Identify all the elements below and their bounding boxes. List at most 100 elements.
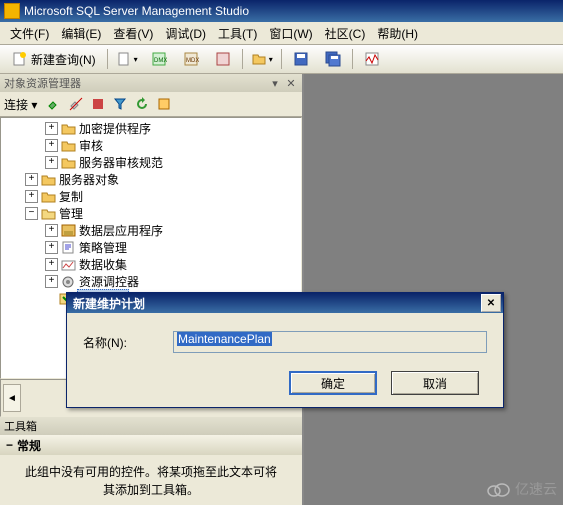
folder-icon	[61, 122, 76, 135]
name-label: 名称(N):	[83, 334, 173, 351]
new-query-button[interactable]: 新建查询(N)	[5, 47, 103, 71]
node-label: 审核	[79, 137, 103, 154]
menu-edit[interactable]: 编辑(E)	[55, 23, 107, 44]
expander-icon[interactable]: +	[25, 190, 38, 203]
tree-node[interactable]: − 管理	[1, 205, 301, 222]
dropdown-icon: ▾	[134, 55, 138, 64]
titlebar: Microsoft SQL Server Management Studio	[0, 0, 563, 22]
node-label: 数据收集	[79, 256, 127, 273]
toolbox-group-header[interactable]: − 常规	[0, 435, 302, 455]
report-icon	[157, 97, 171, 111]
save-icon	[293, 51, 309, 67]
node-label: 服务器对象	[59, 171, 119, 188]
tree-node[interactable]: + 服务器对象	[1, 171, 301, 188]
governor-icon	[61, 275, 76, 288]
tree-node[interactable]: + 复制	[1, 188, 301, 205]
expander-icon[interactable]: +	[45, 122, 58, 135]
connect-label[interactable]: 连接 ▾	[4, 96, 37, 113]
tree-node[interactable]: + 策略管理	[1, 239, 301, 256]
expander-icon[interactable]: −	[25, 207, 38, 220]
doc-icon	[116, 51, 132, 67]
expander-icon[interactable]: +	[45, 241, 58, 254]
object-explorer-header: 对象资源管理器 ▾ ✕	[0, 74, 302, 92]
save-button[interactable]	[286, 47, 316, 71]
menu-debug[interactable]: 调试(D)	[159, 23, 212, 44]
folder-icon	[41, 190, 56, 203]
menubar: 文件(F) 编辑(E) 查看(V) 调试(D) 工具(T) 窗口(W) 社区(C…	[0, 22, 563, 45]
separator	[107, 49, 108, 69]
datatier-icon	[61, 224, 76, 237]
menu-file[interactable]: 文件(F)	[4, 23, 55, 44]
toolbox-empty-message: 此组中没有可用的控件。将某项拖至此文本可将 其添加到工具箱。	[0, 455, 302, 505]
folder-icon	[61, 156, 76, 169]
dialog-title: 新建维护计划	[73, 295, 145, 312]
refresh-button[interactable]	[132, 94, 152, 114]
toolbar: 新建查询(N) ▾ DMX MDX ▾	[0, 45, 563, 74]
toolbox-empty-line2: 其添加到工具箱。	[103, 483, 199, 497]
new-maintenance-plan-dialog: 新建维护计划 ✕ 名称(N): MaintenancePlan 确定 取消	[66, 292, 504, 408]
node-label: 管理	[59, 205, 83, 222]
tree-node[interactable]: +数据层应用程序	[1, 222, 301, 239]
plug-icon	[46, 96, 62, 112]
dialog-titlebar[interactable]: 新建维护计划 ✕	[67, 293, 503, 313]
expander-icon[interactable]: +	[45, 139, 58, 152]
dropdown-icon: ▾	[269, 55, 273, 64]
node-label: 资源调控器	[79, 273, 139, 290]
expander-icon[interactable]: +	[45, 156, 58, 169]
mdx-button[interactable]: MDX	[176, 47, 206, 71]
new-query-label: 新建查询(N)	[31, 51, 96, 68]
cloud-icon	[485, 480, 511, 498]
xmla-icon	[215, 51, 231, 67]
node-label: 策略管理	[79, 239, 127, 256]
expander-icon[interactable]: +	[45, 275, 58, 288]
ok-button[interactable]: 确定	[289, 371, 377, 395]
open-button[interactable]: ▾	[247, 47, 277, 71]
expander-blank	[45, 293, 56, 304]
node-label: 复制	[59, 188, 83, 205]
expander-icon[interactable]: +	[45, 258, 58, 271]
menu-window[interactable]: 窗口(W)	[263, 23, 318, 44]
tree-node[interactable]: + 审核	[1, 137, 301, 154]
toolbox-header: 工具箱	[0, 417, 302, 435]
close-icon[interactable]: ✕	[284, 76, 298, 90]
expander-icon: −	[6, 438, 13, 452]
activity-icon	[364, 51, 380, 67]
report-button[interactable]	[154, 94, 174, 114]
tree-node[interactable]: + 数据收集	[1, 256, 301, 273]
connect-button[interactable]	[44, 94, 64, 114]
toolbox-empty-line1: 此组中没有可用的控件。将某项拖至此文本可将	[25, 465, 277, 479]
stop-button[interactable]	[88, 94, 108, 114]
refresh-icon	[135, 97, 149, 111]
expander-icon[interactable]: +	[25, 173, 38, 186]
left-arrow-button[interactable]: ◄	[3, 384, 21, 412]
save-all-button[interactable]	[318, 47, 348, 71]
svg-text:MDX: MDX	[186, 58, 199, 64]
new-project-button[interactable]: ▾	[112, 47, 142, 71]
tree-node[interactable]: + 资源调控器	[1, 273, 301, 290]
tree-node[interactable]: +加密提供程序	[1, 120, 301, 137]
xmla-button[interactable]	[208, 47, 238, 71]
folder-icon	[61, 139, 76, 152]
disconnect-button[interactable]	[66, 94, 86, 114]
cancel-button[interactable]: 取消	[391, 371, 479, 395]
dmx-button[interactable]: DMX	[144, 47, 174, 71]
name-input[interactable]: MaintenancePlan	[173, 331, 487, 353]
dropdown-icon[interactable]: ▾	[268, 76, 282, 90]
new-query-icon	[12, 51, 28, 67]
filter-button[interactable]	[110, 94, 130, 114]
object-explorer-toolbar: 连接 ▾	[0, 92, 302, 117]
policy-icon	[61, 241, 76, 254]
dialog-close-button[interactable]: ✕	[481, 294, 501, 312]
menu-view[interactable]: 查看(V)	[107, 23, 159, 44]
menu-help[interactable]: 帮助(H)	[371, 23, 424, 44]
datacollection-icon	[61, 258, 76, 271]
watermark: 亿速云	[485, 479, 557, 499]
menu-community[interactable]: 社区(C)	[319, 23, 372, 44]
node-label: 服务器审核规范	[79, 154, 163, 171]
menu-tools[interactable]: 工具(T)	[212, 23, 263, 44]
expander-icon[interactable]: +	[45, 224, 58, 237]
tree-node[interactable]: + 服务器审核规范	[1, 154, 301, 171]
dmx-icon: DMX	[151, 51, 167, 67]
activity-monitor-button[interactable]	[357, 47, 387, 71]
separator	[242, 49, 243, 69]
